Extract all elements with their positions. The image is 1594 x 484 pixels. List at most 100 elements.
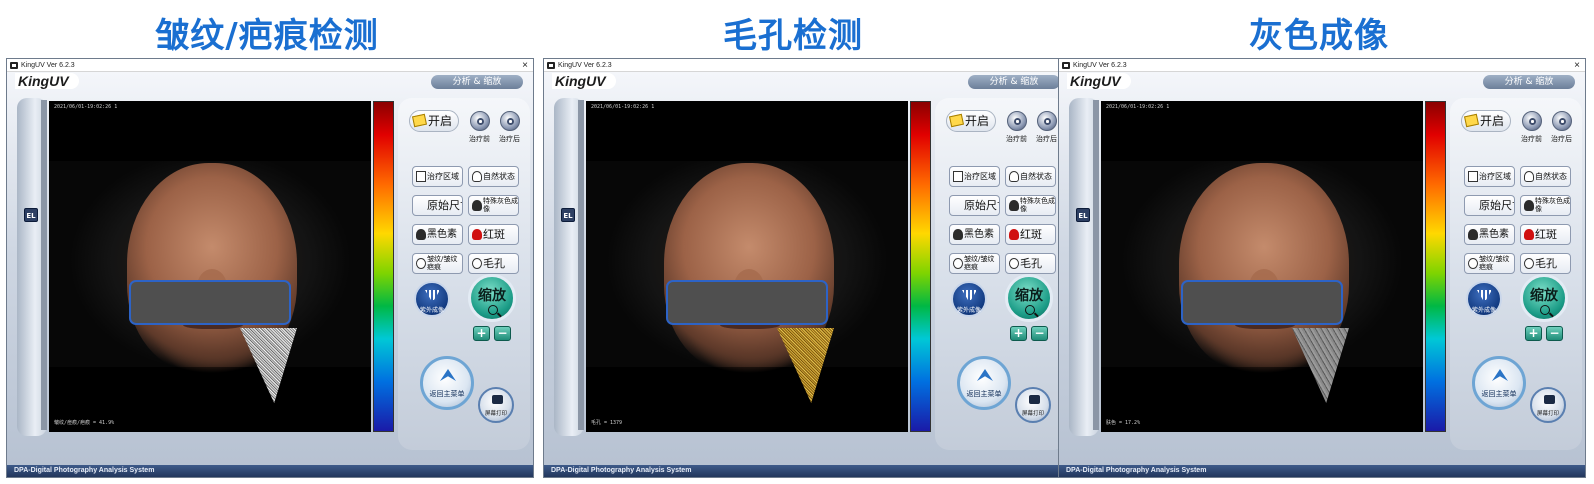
window-titlebar[interactable]: KingUV Ver 6.2.3 × [544, 59, 1070, 72]
melanin-button[interactable]: 黑色素 [949, 224, 1000, 245]
erythema-button[interactable]: 红斑 [1520, 224, 1571, 245]
image-viewer[interactable]: 2021/06/01-19:02:26 1 毛孔 = 1379 [586, 101, 908, 432]
up-arrow-icon [440, 369, 456, 381]
uv-imaging-button[interactable]: 紫外成像 [414, 281, 450, 317]
uv-imaging-button[interactable]: 紫外成像 [951, 281, 987, 317]
after-label: 治疗后 [1551, 135, 1572, 143]
lines-icon [1468, 258, 1478, 269]
treat-area-button[interactable]: 治疗区域 [949, 166, 1000, 187]
pores-label: 毛孔 [483, 257, 505, 270]
erythema-label: 红斑 [483, 228, 505, 241]
after-treatment-button[interactable] [1552, 111, 1572, 131]
zoom-button[interactable]: 缩放 [1520, 274, 1568, 322]
close-icon[interactable]: × [522, 59, 528, 72]
face-photo [1101, 161, 1423, 403]
wrinkle-scar-button[interactable]: 皱纹/皱纹疤痕 [1464, 253, 1515, 274]
zoom-out-button[interactable]: − [494, 326, 511, 341]
image-viewer[interactable]: 2021/06/01-19:02:26 1 肤色 = 17.2% [1101, 101, 1423, 432]
print-screen-button[interactable]: 屏幕打印 [1015, 387, 1051, 423]
analysis-zoom-header[interactable]: 分析 & 缩放 [968, 75, 1060, 89]
open-label: 开启 [965, 114, 990, 128]
zoom-out-button[interactable]: − [1031, 326, 1048, 341]
square-icon [953, 171, 963, 182]
person-icon [416, 229, 426, 240]
original-size-label: 原始尺寸 [1479, 199, 1514, 212]
close-icon[interactable]: × [1574, 59, 1580, 72]
eye-privacy-mask [129, 280, 291, 325]
circle-icon [1009, 258, 1019, 269]
treat-area-label: 治疗区域 [964, 172, 996, 181]
person-icon [472, 200, 482, 211]
capture-timestamp: 2021/06/01-19:02:26 1 [591, 104, 655, 110]
zoom-button[interactable]: 缩放 [1005, 274, 1053, 322]
analysis-zoom-header[interactable]: 分析 & 缩放 [1483, 75, 1575, 89]
zoom-button[interactable]: 缩放 [468, 274, 516, 322]
eye-privacy-mask [666, 280, 828, 325]
app-window-pore: KingUV Ver 6.2.3 × KingUV 分析 & 缩放 EL 202… [543, 58, 1071, 478]
rail-slider[interactable] [41, 100, 47, 430]
lines-icon [953, 258, 963, 269]
main-menu-button[interactable]: 返回主菜单 [957, 356, 1011, 410]
image-viewer[interactable]: 2021/06/01-19:02:26 1 皱纹/痘痕/疤痕 = 41.9% [49, 101, 371, 432]
print-screen-button[interactable]: 屏幕打印 [478, 387, 514, 423]
natural-state-button[interactable]: 自然状态 [1005, 166, 1056, 187]
main-menu-label: 返回主菜单 [966, 390, 1002, 398]
analysis-zoom-header[interactable]: 分析 & 缩放 [431, 75, 523, 89]
el-button[interactable]: EL [561, 208, 575, 222]
zoom-in-button[interactable]: + [1010, 326, 1027, 341]
before-treatment-button[interactable] [1522, 111, 1542, 131]
zoom-label: 缩放 [1530, 288, 1558, 304]
erythema-button[interactable]: 红斑 [1005, 224, 1056, 245]
main-menu-button[interactable]: 返回主菜单 [420, 356, 474, 410]
original-size-button[interactable]: 原始尺寸 [412, 195, 463, 216]
special-gray-button[interactable]: 特殊灰色成像 [1520, 195, 1571, 216]
color-scale-bar [910, 101, 931, 432]
print-screen-button[interactable]: 屏幕打印 [1530, 387, 1566, 423]
special-gray-button[interactable]: 特殊灰色成像 [468, 195, 519, 216]
el-button[interactable]: EL [1076, 208, 1090, 222]
pores-button[interactable]: 毛孔 [1005, 253, 1056, 274]
app-window-wrinkle: KingUV Ver 6.2.3 × KingUV 分析 & 缩放 EL 202… [6, 58, 534, 478]
analysis-result: 肤色 = 17.2% [1106, 420, 1141, 426]
open-button[interactable]: 开启 [409, 110, 459, 132]
main-menu-button[interactable]: 返回主菜单 [1472, 356, 1526, 410]
wrinkle-scar-label: 皱纹/皱纹疤痕 [1479, 255, 1510, 271]
folder-icon [948, 113, 965, 128]
zoom-in-button[interactable]: + [1525, 326, 1542, 341]
original-size-button[interactable]: 原始尺寸 [1464, 195, 1515, 216]
el-button[interactable]: EL [24, 208, 38, 222]
dots-icon [477, 118, 484, 125]
before-treatment-button[interactable] [1007, 111, 1027, 131]
melanin-button[interactable]: 黑色素 [412, 224, 463, 245]
pores-button[interactable]: 毛孔 [468, 253, 519, 274]
treat-area-button[interactable]: 治疗区域 [1464, 166, 1515, 187]
after-treatment-button[interactable] [1037, 111, 1057, 131]
wrinkle-scar-button[interactable]: 皱纹/皱纹疤痕 [412, 253, 463, 274]
melanin-label: 黑色素 [427, 229, 457, 240]
treat-area-button[interactable]: 治疗区域 [412, 166, 463, 187]
special-gray-button[interactable]: 特殊灰色成像 [1005, 195, 1056, 216]
rail-slider[interactable] [1093, 100, 1099, 430]
before-treatment-button[interactable] [470, 111, 490, 131]
window-titlebar[interactable]: KingUV Ver 6.2.3 × [7, 59, 533, 72]
pores-button[interactable]: 毛孔 [1520, 253, 1571, 274]
original-size-button[interactable]: 原始尺寸 [949, 195, 1000, 216]
rail-slider[interactable] [578, 100, 584, 430]
person-outline-icon [472, 171, 482, 182]
uv-imaging-button[interactable]: 紫外成像 [1466, 281, 1502, 317]
wrinkle-scar-button[interactable]: 皱纹/皱纹疤痕 [949, 253, 1000, 274]
natural-state-button[interactable]: 自然状态 [468, 166, 519, 187]
zoom-out-button[interactable]: − [1546, 326, 1563, 341]
app-window-gray: KingUV Ver 6.2.3 × KingUV 分析 & 缩放 EL 202… [1058, 58, 1586, 478]
melanin-label: 黑色素 [1479, 229, 1509, 240]
open-button[interactable]: 开启 [946, 110, 996, 132]
melanin-button[interactable]: 黑色素 [1464, 224, 1515, 245]
window-titlebar[interactable]: KingUV Ver 6.2.3 × [1059, 59, 1585, 72]
status-bar: DPA-Digital Photography Analysis System [7, 465, 533, 477]
square-icon [416, 171, 426, 182]
erythema-button[interactable]: 红斑 [468, 224, 519, 245]
after-treatment-button[interactable] [500, 111, 520, 131]
open-button[interactable]: 开启 [1461, 110, 1511, 132]
natural-state-button[interactable]: 自然状态 [1520, 166, 1571, 187]
zoom-in-button[interactable]: + [473, 326, 490, 341]
